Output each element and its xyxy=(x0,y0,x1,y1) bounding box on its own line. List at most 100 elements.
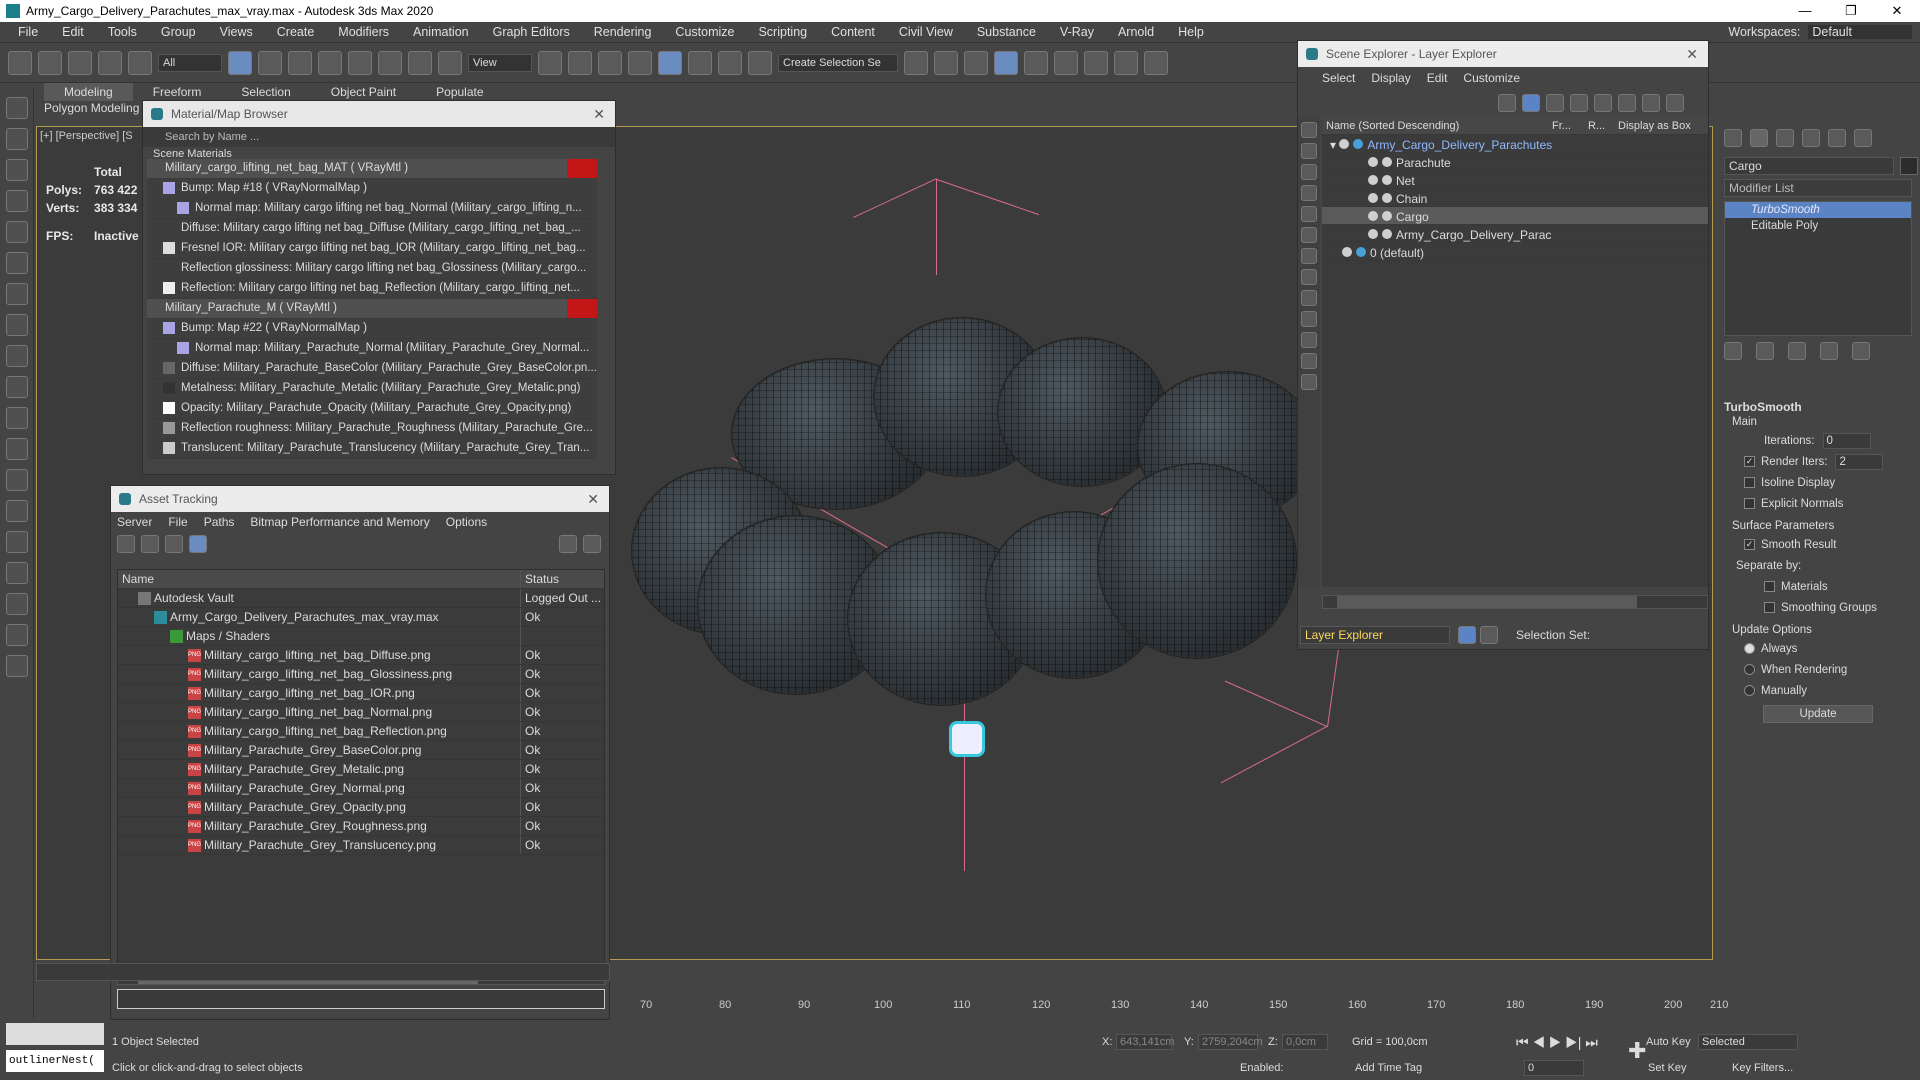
spacewarp-icon[interactable] xyxy=(6,376,28,398)
list-item[interactable]: Military_cargo_lifting_net_bag_MAT ( VRa… xyxy=(147,159,597,179)
hierarchy-tab-icon[interactable] xyxy=(1776,129,1794,147)
tab-freeform[interactable]: Freeform xyxy=(133,83,222,101)
tree-row[interactable]: Chain xyxy=(1322,189,1708,207)
pin-stack-icon[interactable] xyxy=(1724,342,1742,360)
manually-radio[interactable] xyxy=(1744,685,1755,696)
brush-icon[interactable] xyxy=(6,531,28,553)
table-row[interactable]: PNG Military_Parachute_Grey_Normal.png Ok xyxy=(118,779,604,798)
table-row[interactable]: PNG Military_Parachute_Grey_Roughness.png… xyxy=(118,817,604,836)
auto-key-button[interactable]: Auto Key xyxy=(1646,1036,1691,1048)
menu-display[interactable]: Display xyxy=(1371,71,1410,85)
path-field[interactable] xyxy=(117,989,605,1009)
tree-row[interactable]: ▾ Army_Cargo_Delivery_Parachutes xyxy=(1322,135,1708,153)
material-editor-icon[interactable] xyxy=(1114,50,1138,75)
menu-customize[interactable]: Customize xyxy=(675,25,734,39)
x-coordinate-field[interactable]: 643,141cm xyxy=(1116,1034,1174,1050)
update-button[interactable]: Update xyxy=(1763,705,1873,723)
maxscript-input[interactable]: outlinerNest( xyxy=(6,1050,104,1072)
tree-row[interactable]: Army_Cargo_Delivery_Parachutes xyxy=(1322,225,1708,243)
motion-tab-icon[interactable] xyxy=(1802,129,1820,147)
current-frame-field[interactable]: 0 xyxy=(1524,1060,1584,1076)
key-mode-dropdown[interactable]: Selected xyxy=(1698,1034,1798,1050)
rotate-icon[interactable] xyxy=(378,50,402,75)
explorer-type-dropdown[interactable]: Layer Explorer xyxy=(1300,626,1450,644)
create-icon[interactable] xyxy=(6,97,28,119)
remove-modifier-icon[interactable] xyxy=(1820,342,1838,360)
undo-icon[interactable] xyxy=(8,50,32,75)
materials-checkbox[interactable] xyxy=(1764,581,1775,592)
spinner-snap-icon[interactable] xyxy=(718,50,742,75)
tab-populate[interactable]: Populate xyxy=(416,83,503,101)
configure-sets-icon[interactable] xyxy=(1852,342,1870,360)
refresh-icon[interactable] xyxy=(117,535,135,553)
selection-filter-dropdown[interactable]: All xyxy=(158,53,222,72)
particle-icon[interactable] xyxy=(6,469,28,491)
list-item[interactable]: Bump: Map #18 ( VRayNormalMap ) xyxy=(147,179,597,199)
list-item[interactable]: Translucent: Military_Parachute_Transluc… xyxy=(147,439,597,459)
object-color-swatch[interactable] xyxy=(1900,157,1918,175)
vray-icon[interactable] xyxy=(6,655,28,677)
light-filter-icon[interactable] xyxy=(1301,185,1317,201)
add-icon[interactable]: ✚ xyxy=(1628,1038,1646,1064)
close-icon[interactable]: ✕ xyxy=(593,106,605,123)
smoothing-groups-checkbox[interactable] xyxy=(1764,602,1775,613)
menu-civil-view[interactable]: Civil View xyxy=(899,25,953,39)
select-by-name-icon[interactable] xyxy=(258,50,282,75)
spacewarp-filter-icon[interactable] xyxy=(1301,248,1317,264)
help-icon[interactable] xyxy=(559,535,577,553)
when-rendering-radio[interactable] xyxy=(1744,664,1755,675)
menu-help[interactable]: Help xyxy=(1178,25,1204,39)
scale-icon[interactable] xyxy=(408,50,432,75)
shape-icon[interactable] xyxy=(6,407,28,429)
schematic-view-icon[interactable] xyxy=(1084,50,1108,75)
helper-filter-icon[interactable] xyxy=(1301,227,1317,243)
display-tab-icon[interactable] xyxy=(1828,129,1846,147)
list-item[interactable]: Reflection: Military cargo lifting net b… xyxy=(147,279,597,299)
mirror-icon[interactable] xyxy=(904,50,928,75)
cargo-selected[interactable] xyxy=(949,721,985,757)
bind-spacewarp-icon[interactable] xyxy=(128,50,152,75)
new-layer-icon[interactable] xyxy=(1570,94,1588,112)
ribbon-polygon-modeling[interactable]: Polygon Modeling xyxy=(44,101,144,117)
keyboard-shortcut-icon[interactable] xyxy=(598,50,622,75)
viewport-label[interactable]: [+] [Perspective] [S xyxy=(40,130,133,142)
explicit-normals-checkbox[interactable] xyxy=(1744,498,1755,509)
tab-object-paint[interactable]: Object Paint xyxy=(311,83,416,101)
rollout-title[interactable]: TurboSmooth xyxy=(1724,400,1912,414)
playback-controls[interactable]: ⏮ ◀ ▶ ▶| ⏭ xyxy=(1516,1034,1598,1051)
angle-snap-icon[interactable] xyxy=(658,50,682,75)
shape-filter-icon[interactable] xyxy=(1301,164,1317,180)
smooth-result-checkbox[interactable]: ✓ xyxy=(1744,539,1755,550)
horizontal-scrollbar[interactable] xyxy=(1322,595,1708,609)
list-item[interactable]: Reflection glossiness: Military cargo li… xyxy=(147,259,597,279)
menu-rendering[interactable]: Rendering xyxy=(594,25,652,39)
display-icon[interactable] xyxy=(6,221,28,243)
iterations-spinner[interactable]: 0 xyxy=(1822,432,1871,449)
menu-select[interactable]: Select xyxy=(1322,71,1355,85)
light-icon[interactable] xyxy=(6,283,28,305)
timeline-ruler[interactable]: 70 80 90 100 110 120 130 140 150 160 170… xyxy=(610,985,1728,1013)
menu-substance[interactable]: Substance xyxy=(977,25,1036,39)
menu-tools[interactable]: Tools xyxy=(108,25,137,39)
table-row[interactable]: Maps / Shaders xyxy=(118,627,604,646)
table-row[interactable]: PNG Military_cargo_lifting_net_bag_Diffus… xyxy=(118,646,604,665)
render-setup-icon[interactable] xyxy=(1144,50,1168,75)
table-row[interactable]: Autodesk Vault Logged Out ... xyxy=(118,589,604,608)
maximize-button[interactable]: ❐ xyxy=(1828,3,1874,19)
xref-filter-icon[interactable] xyxy=(1301,290,1317,306)
create-tab-icon[interactable] xyxy=(1724,129,1742,147)
redo-icon[interactable] xyxy=(38,50,62,75)
container-filter-icon[interactable] xyxy=(1301,332,1317,348)
table-view-icon[interactable] xyxy=(189,535,207,553)
tree-view-icon[interactable] xyxy=(165,535,183,553)
parachute-canopy[interactable] xyxy=(1097,463,1297,659)
menu-edit[interactable]: Edit xyxy=(1427,71,1448,85)
list-item[interactable]: Normal map: Military_Parachute_Normal (M… xyxy=(147,339,597,359)
toggle-scene-explorer-icon[interactable] xyxy=(964,50,988,75)
table-row[interactable]: PNG Military_cargo_lifting_net_bag_Normal… xyxy=(118,703,604,722)
z-coordinate-field[interactable]: 0,0cm xyxy=(1282,1034,1328,1050)
table-row[interactable]: Army_Cargo_Delivery_Parachutes_max_vray.… xyxy=(118,608,604,627)
minimize-button[interactable]: — xyxy=(1782,3,1828,19)
reference-coord-dropdown[interactable]: View xyxy=(468,53,532,72)
align-icon[interactable] xyxy=(934,50,958,75)
